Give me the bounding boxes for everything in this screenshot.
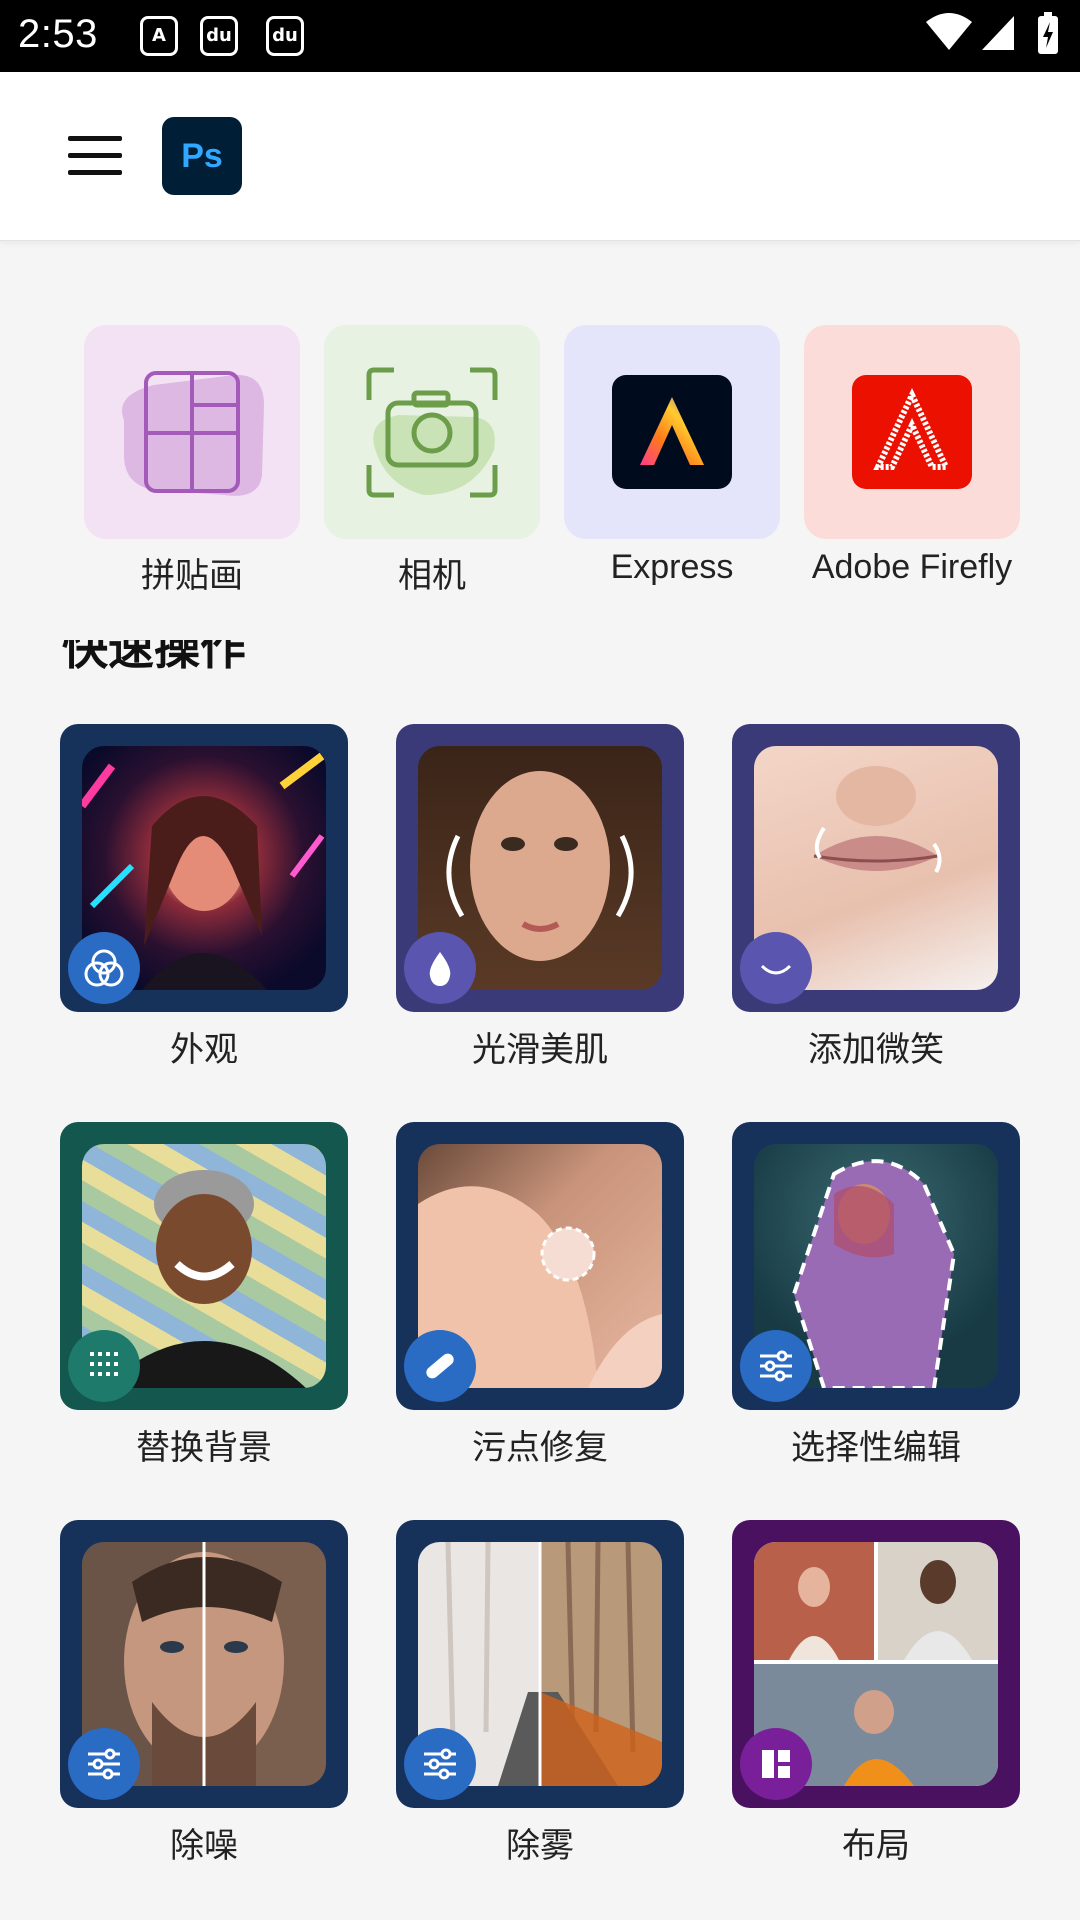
pattern-icon [68, 1330, 140, 1402]
bandage-icon [404, 1330, 476, 1402]
quick-action-label: 外观 [170, 1030, 238, 1070]
app-bar: Ps [0, 72, 1080, 241]
adobe-express-icon [612, 375, 732, 489]
quick-action-label: 选择性编辑 [791, 1428, 961, 1468]
wifi-icon [926, 13, 972, 50]
quick-action-looks[interactable] [60, 724, 348, 1012]
baidu-icon: du [200, 16, 238, 56]
quick-action-label: 布局 [842, 1826, 910, 1866]
section-title: 快速操作 [62, 640, 246, 675]
quick-action-label: 除雾 [506, 1826, 574, 1866]
signal-icon [982, 16, 1014, 50]
baidu-icon: du [266, 16, 304, 56]
quick-action-label: 光滑美肌 [472, 1030, 608, 1070]
camera-icon [366, 367, 498, 498]
shortcut-firefly[interactable] [804, 325, 1020, 539]
shortcut-camera[interactable] [324, 325, 540, 539]
a-icon: A [140, 16, 178, 56]
quick-action-denoise[interactable] [60, 1520, 348, 1808]
droplet-icon [404, 932, 476, 1004]
quick-action-selective-edit[interactable] [732, 1122, 1020, 1410]
smile-icon [740, 932, 812, 1004]
quick-action-smooth-skin[interactable] [396, 724, 684, 1012]
layout-icon [740, 1728, 812, 1800]
status-time: 2:53 [18, 12, 98, 56]
sliders-icon [740, 1330, 812, 1402]
sliders-icon [404, 1728, 476, 1800]
sliders-icon [68, 1728, 140, 1800]
quick-action-dehaze[interactable] [396, 1520, 684, 1808]
collage-icon [122, 371, 264, 496]
quick-action-label: 污点修复 [472, 1428, 608, 1468]
quick-action-add-smile[interactable] [732, 724, 1020, 1012]
shortcut-label-camera: 相机 [398, 557, 466, 595]
shortcut-label-express: Express [610, 548, 734, 586]
battery-icon [1038, 12, 1058, 54]
quick-action-layout[interactable] [732, 1520, 1020, 1808]
shortcut-express[interactable] [564, 325, 780, 539]
quick-action-label: 添加微笑 [808, 1030, 944, 1070]
shortcut-label-firefly: Adobe Firefly [811, 548, 1013, 586]
quick-action-label: 替换背景 [136, 1428, 272, 1468]
shortcut-collage[interactable] [84, 325, 300, 539]
looks-icon [68, 932, 140, 1004]
quick-action-replace-background[interactable] [60, 1122, 348, 1410]
photoshop-logo: Ps [162, 117, 242, 195]
hamburger-icon[interactable] [68, 136, 122, 176]
quick-action-label: 除噪 [170, 1826, 238, 1866]
status-bar: 2:53 A du du [0, 0, 1080, 72]
shortcut-label-collage: 拼贴画 [141, 557, 243, 595]
adobe-firefly-icon [852, 375, 972, 489]
quick-action-spot-heal[interactable] [396, 1122, 684, 1410]
